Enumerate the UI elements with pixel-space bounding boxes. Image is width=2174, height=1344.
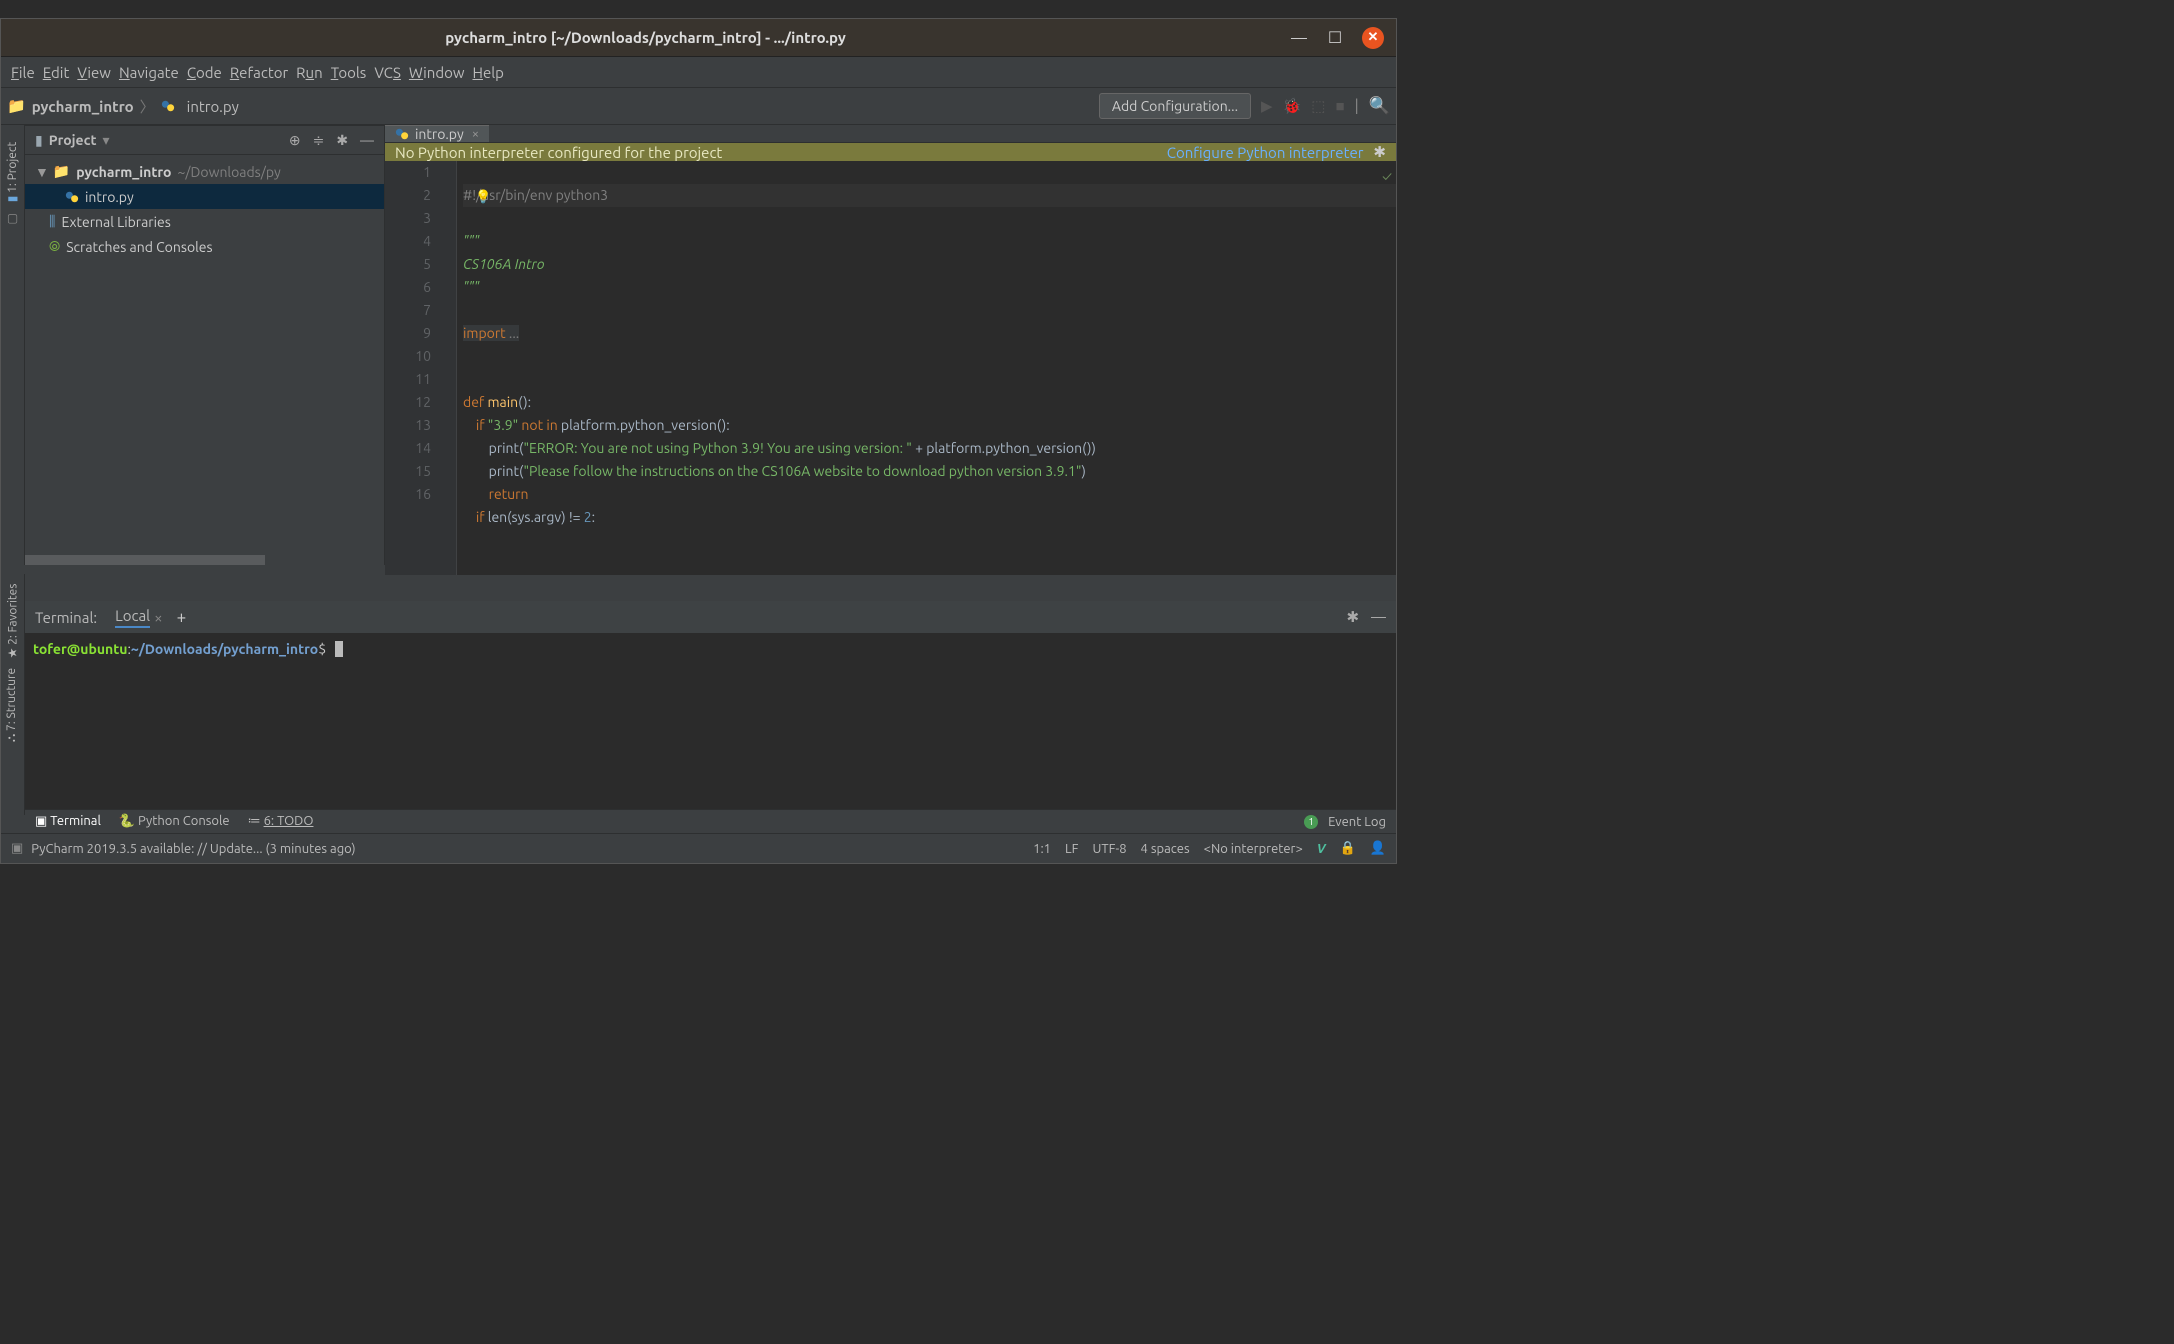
editor-area: intro.py × No Python interpreter configu… xyxy=(385,125,1396,565)
python-file-icon xyxy=(395,127,409,141)
nav-toolbar: 📁 pycharm_intro 〉 intro.py Add Configura… xyxy=(1,87,1396,125)
notification-badge: 1 xyxy=(1304,815,1318,829)
line-separator[interactable]: LF xyxy=(1065,842,1078,856)
project-tree: ▼ 📁 pycharm_intro ~/Downloads/py intro.p… xyxy=(25,155,384,555)
debug-icon[interactable]: 🐞 xyxy=(1283,97,1302,115)
project-panel: ▮ Project ▾ ⊕ ≑ ✱ — ▼ 📁 pycharm_intro ~/… xyxy=(25,125,385,565)
add-configuration-button[interactable]: Add Configuration... xyxy=(1099,93,1251,119)
expand-icon[interactable]: ≑ xyxy=(313,132,325,149)
new-terminal-icon[interactable]: + xyxy=(177,608,187,627)
toolwindow-icon[interactable]: ▢ xyxy=(7,211,18,225)
interpreter-indicator[interactable]: <No interpreter> xyxy=(1204,842,1303,856)
folder-icon: 📁 xyxy=(7,97,26,115)
menu-edit[interactable]: Edit xyxy=(43,64,70,81)
window-title: pycharm_intro [~/Downloads/pycharm_intro… xyxy=(1,29,1290,46)
chevron-down-icon: ▼ xyxy=(35,164,49,180)
window-titlebar: pycharm_intro [~/Downloads/pycharm_intro… xyxy=(1,19,1396,57)
menu-refactor[interactable]: Refactor xyxy=(230,64,288,81)
hide-icon[interactable]: — xyxy=(360,132,374,149)
close-tab-icon[interactable]: × xyxy=(472,127,479,141)
tree-external-libraries[interactable]: ⫼ External Libraries xyxy=(25,209,384,234)
favorites-toolwindow-tab[interactable]: ★ 2: Favorites xyxy=(6,584,20,659)
project-icon: ▮ xyxy=(35,132,43,149)
locate-icon[interactable]: ⊕ xyxy=(289,132,301,149)
project-dropdown-icon[interactable]: ▾ xyxy=(103,132,110,149)
menu-file[interactable]: File xyxy=(11,64,35,81)
menu-code[interactable]: Code xyxy=(187,64,222,81)
tree-root[interactable]: ▼ 📁 pycharm_intro ~/Downloads/py xyxy=(25,159,384,184)
status-bar: ▣ PyCharm 2019.3.5 available: // Update.… xyxy=(1,833,1396,863)
terminal-tab-local[interactable]: Local xyxy=(115,607,150,628)
editor-tab-intro[interactable]: intro.py × xyxy=(385,125,489,142)
menu-navigate[interactable]: Navigate xyxy=(119,64,179,81)
menu-view[interactable]: View xyxy=(77,64,111,81)
project-panel-title: Project xyxy=(49,132,97,148)
code-editor[interactable]: 1234567910111213141516 #!/usr/bin/env py… xyxy=(385,161,1396,575)
configure-interpreter-link[interactable]: Configure Python interpreter xyxy=(1167,144,1364,161)
bottom-toolwindow-bar: ▣ Terminal 🐍 Python Console ≔ 6: TODO 1 … xyxy=(25,809,1396,833)
left-tool-gutter: ▮ 1: Project ▢ xyxy=(1,125,25,565)
breadcrumb-file[interactable]: intro.py xyxy=(187,98,239,115)
menu-window[interactable]: Window xyxy=(409,64,465,81)
code-content[interactable]: #!/usr/bin/env python3 💡 """ CS106A Intr… xyxy=(457,161,1396,575)
python-console-toolwindow-button[interactable]: 🐍 Python Console xyxy=(119,814,230,829)
inspection-ok-icon[interactable]: ✓ xyxy=(1382,165,1392,188)
libraries-icon: ⫼ xyxy=(49,213,55,230)
breadcrumb-root[interactable]: pycharm_intro xyxy=(32,98,134,115)
menu-tools[interactable]: Tools xyxy=(331,64,367,81)
intention-bulb-icon[interactable]: 💡 xyxy=(475,186,491,209)
editor-tabs: intro.py × xyxy=(385,125,1396,143)
run-icon[interactable]: ▶ xyxy=(1261,97,1273,115)
gear-icon[interactable]: ✱ xyxy=(1373,143,1386,161)
menu-vcs[interactable]: VCS xyxy=(374,64,401,81)
tree-file-intro[interactable]: intro.py xyxy=(25,184,384,209)
cursor-position[interactable]: 1:1 xyxy=(1033,842,1051,856)
main-menu: File Edit View Navigate Code Refactor Ru… xyxy=(1,57,1396,87)
folder-icon: 📁 xyxy=(53,163,70,180)
event-log-button[interactable]: Event Log xyxy=(1328,815,1386,829)
interpreter-warning-banner: No Python interpreter configured for the… xyxy=(385,143,1396,161)
stop-icon[interactable]: ■ xyxy=(1335,97,1344,115)
status-message[interactable]: PyCharm 2019.3.5 available: // Update...… xyxy=(31,842,355,856)
toolwindows-icon[interactable]: ▣ xyxy=(11,841,23,856)
minimize-button[interactable]: — xyxy=(1290,29,1308,47)
terminal-cursor xyxy=(335,641,343,657)
readonly-icon[interactable]: 🔒 xyxy=(1340,841,1356,856)
search-icon[interactable]: 🔍 xyxy=(1369,96,1390,116)
structure-toolwindow-tab[interactable]: ⛬ 7: Structure xyxy=(6,668,20,742)
fold-gutter xyxy=(445,161,457,575)
indent-settings[interactable]: 4 spaces xyxy=(1141,842,1190,856)
file-encoding[interactable]: UTF-8 xyxy=(1092,842,1126,856)
todo-toolwindow-button[interactable]: ≔ 6: TODO xyxy=(248,814,314,829)
terminal-title: Terminal: xyxy=(35,609,97,626)
hide-terminal-icon[interactable]: — xyxy=(1371,608,1386,626)
coverage-icon[interactable]: ⬚ xyxy=(1311,97,1325,115)
python-file-icon xyxy=(65,190,79,204)
tree-scratches[interactable]: ⦾ Scratches and Consoles xyxy=(25,234,384,259)
terminal-toolwindow-button[interactable]: ▣ Terminal xyxy=(35,814,101,829)
line-number-gutter: 1234567910111213141516 xyxy=(385,161,445,575)
menu-run[interactable]: Run xyxy=(296,64,323,81)
python-file-icon xyxy=(161,99,175,113)
ideavim-icon[interactable]: V xyxy=(1317,842,1326,856)
terminal-panel: Terminal: Local × + ✱ — tofer@ubuntu:~/D… xyxy=(25,601,1396,811)
warning-message: No Python interpreter configured for the… xyxy=(395,144,722,161)
close-button[interactable]: ✕ xyxy=(1362,27,1384,49)
horizontal-scrollbar[interactable] xyxy=(25,555,384,565)
left-tool-gutter-lower: ★ 2: Favorites ⛬ 7: Structure xyxy=(1,574,25,815)
scratches-icon: ⦾ xyxy=(49,238,60,255)
close-terminal-tab-icon[interactable]: × xyxy=(154,609,162,626)
project-toolwindow-tab[interactable]: ▮ 1: Project xyxy=(6,142,20,202)
terminal-settings-icon[interactable]: ✱ xyxy=(1346,608,1359,626)
terminal-content[interactable]: tofer@ubuntu:~/Downloads/pycharm_intro$ xyxy=(25,633,1396,666)
maximize-button[interactable]: ☐ xyxy=(1326,29,1344,47)
breadcrumb: 📁 pycharm_intro 〉 intro.py xyxy=(7,96,239,117)
settings-icon[interactable]: ✱ xyxy=(336,132,348,149)
memory-indicator-icon[interactable]: 👤 xyxy=(1370,841,1386,856)
menu-help[interactable]: Help xyxy=(473,64,504,81)
